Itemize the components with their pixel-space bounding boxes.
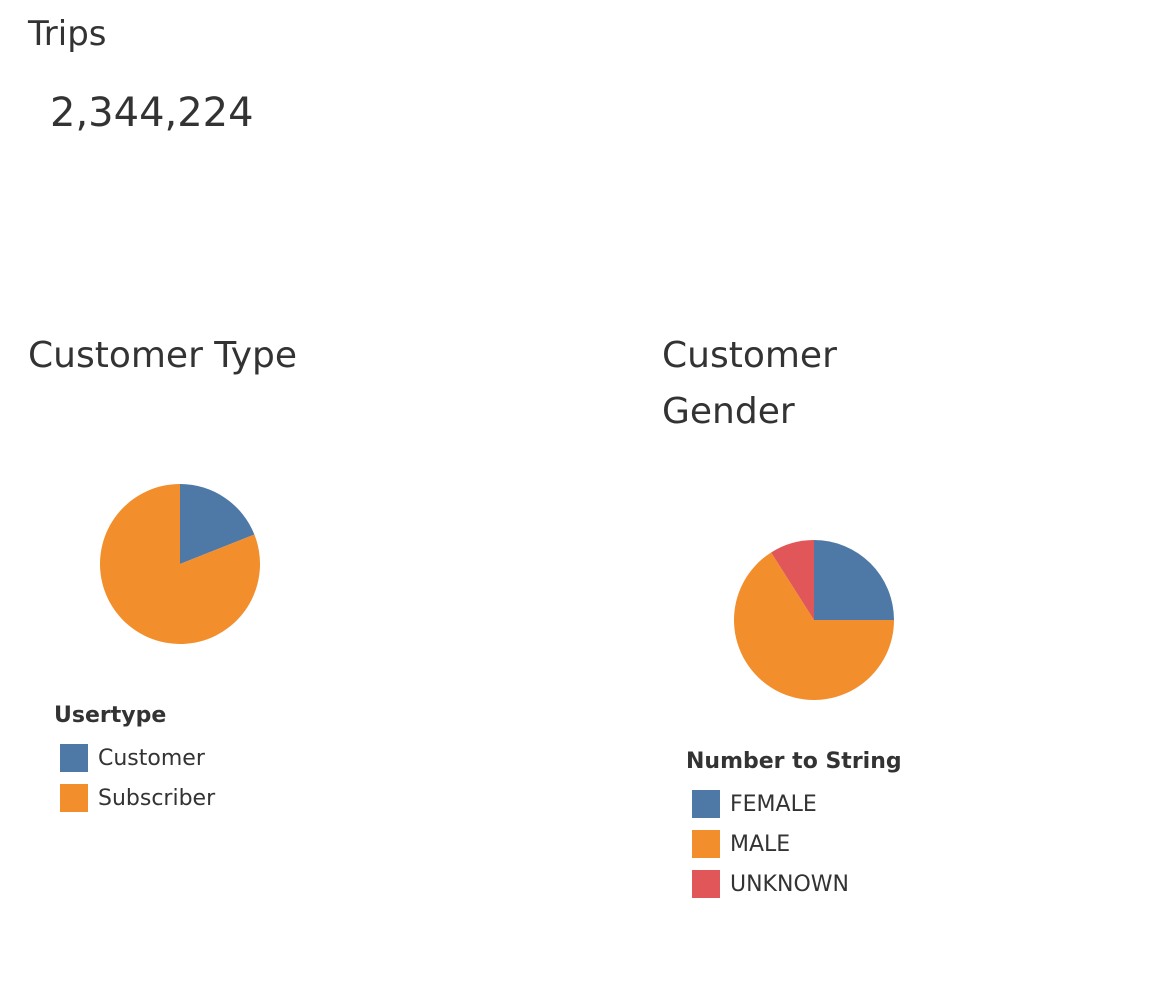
legend-title: Usertype [54, 703, 167, 728]
legend-label: Customer [98, 745, 205, 771]
legend-item-customer[interactable]: Customer [60, 738, 215, 778]
legend-label: FEMALE [730, 791, 817, 817]
legend-title: Number to String [686, 749, 902, 774]
customer-gender-title: Customer Gender [662, 335, 837, 432]
legend-item-unknown[interactable]: UNKNOWN [692, 864, 902, 904]
legend-item-subscriber[interactable]: Subscriber [60, 778, 215, 818]
legend-item-female[interactable]: FEMALE [692, 784, 902, 824]
legend-swatch [60, 784, 88, 812]
legend-swatch [60, 744, 88, 772]
customer-gender-pie-chart[interactable] [732, 538, 896, 702]
legend-swatch [692, 830, 720, 858]
kpi-value: 2,344,224 [50, 90, 254, 136]
legend-label: Subscriber [98, 785, 216, 811]
legend-swatch [692, 870, 720, 898]
usertype-legend: Usertype Customer Subscriber [54, 702, 215, 818]
legend-swatch [692, 790, 720, 818]
legend-label: MALE [730, 831, 791, 857]
pie-slice-female[interactable] [814, 540, 894, 620]
legend-label: UNKNOWN [730, 871, 849, 897]
legend-item-male[interactable]: MALE [692, 824, 902, 864]
kpi-title: Trips [28, 14, 107, 54]
customer-type-pie-chart[interactable] [98, 482, 262, 646]
customer-type-title: Customer Type [28, 335, 297, 376]
gender-legend: Number to String FEMALE MALE UNKNOWN [686, 748, 902, 904]
